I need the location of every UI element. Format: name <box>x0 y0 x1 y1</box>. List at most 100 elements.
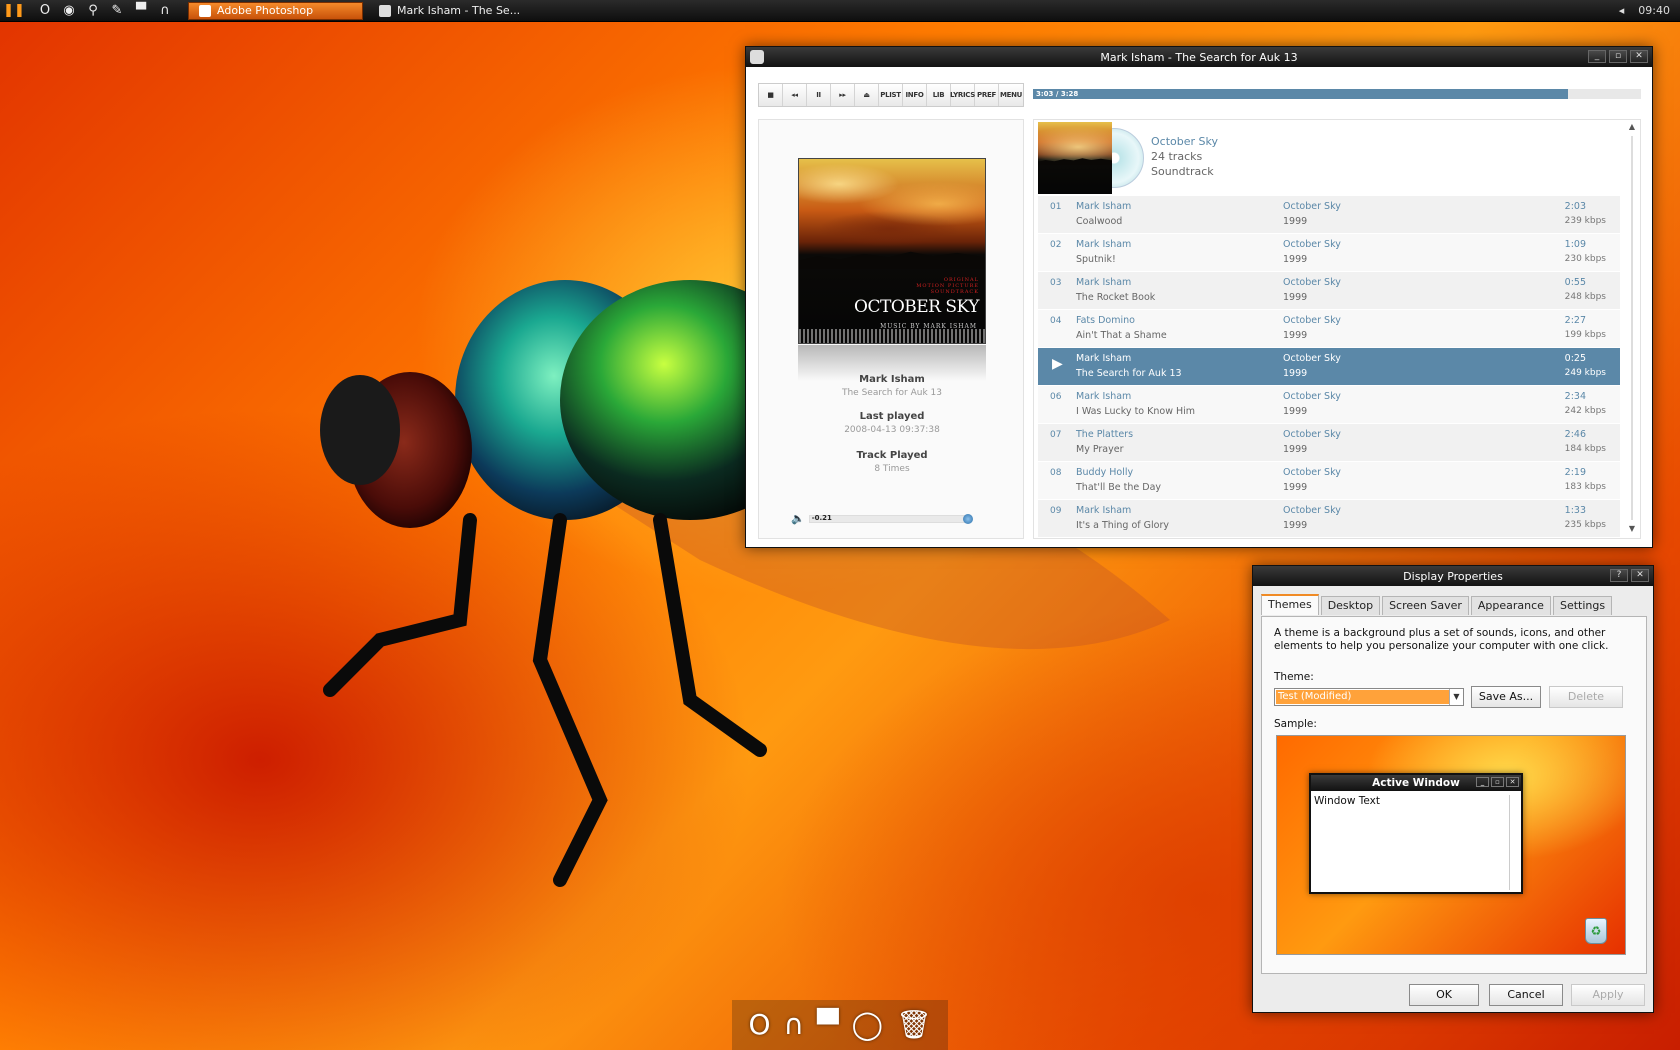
ok-button[interactable]: OK <box>1409 984 1479 1006</box>
opera-icon[interactable]: O <box>36 3 54 18</box>
speaker-icon[interactable]: 🔈 <box>791 512 805 525</box>
chat-icon[interactable]: ◯ <box>852 1010 883 1040</box>
playlist-button[interactable]: PLIST <box>879 84 903 106</box>
task-label: Mark Isham - The Se... <box>397 4 521 17</box>
scroll-down-icon[interactable]: ▼ <box>1626 524 1638 536</box>
close-button[interactable]: ✕ <box>1631 569 1649 582</box>
track-row-playing[interactable]: ▶ Mark Isham The Search for Auk 13 October … <box>1038 348 1620 386</box>
track-row[interactable]: 03 Mark Isham The Rocket Book October Sky 19… <box>1038 272 1620 310</box>
track-year: 1999 <box>1283 254 1308 265</box>
tab-settings[interactable]: Settings <box>1552 596 1613 615</box>
track-artist: The Platters <box>1076 429 1134 440</box>
track-list: 01 Mark Isham Coalwood October Sky 1999 2:03 2… <box>1038 196 1620 538</box>
seek-fill <box>1033 89 1569 99</box>
track-title: Sputnik! <box>1076 254 1116 265</box>
track-title: Ain't That a Shame <box>1076 330 1167 341</box>
scroll-up-icon[interactable]: ▲ <box>1626 122 1638 134</box>
previous-button[interactable]: ◂◂ <box>783 84 807 106</box>
track-album: October Sky <box>1283 201 1341 212</box>
trash-icon[interactable]: 🗑 <box>896 1010 932 1040</box>
album-thumbnail[interactable] <box>1038 122 1112 194</box>
volume-knob[interactable] <box>962 513 973 524</box>
stop-button[interactable]: ■ <box>759 84 783 106</box>
delete-button[interactable]: Delete <box>1549 686 1623 708</box>
track-row[interactable]: 09 Mark Isham It's a Thing of Glory October… <box>1038 500 1620 538</box>
cancel-button[interactable]: Cancel <box>1489 984 1563 1006</box>
display-properties-window: Display Properties ? ✕ Themes Desktop Sc… <box>1252 565 1654 1013</box>
seek-bar[interactable]: 3:03 / 3:28 <box>1033 89 1641 99</box>
track-bitrate: 183 kbps <box>1564 482 1606 492</box>
opera-icon[interactable]: O <box>749 1010 771 1040</box>
playlist-scrollbar[interactable]: ▲ ▼ <box>1626 122 1638 536</box>
apply-button[interactable]: Apply <box>1571 984 1645 1006</box>
task-music-player[interactable]: Mark Isham - The Se... <box>369 2 544 20</box>
track-title: The Search for Auk 13 <box>1076 368 1182 379</box>
track-row[interactable]: 06 Mark Isham I Was Lucky to Know Him Octob… <box>1038 386 1620 424</box>
cover-title: OCTOBER SKY <box>854 297 979 317</box>
track-year: 1999 <box>1283 520 1308 531</box>
menu-button[interactable]: MENU <box>999 84 1023 106</box>
firefox-icon[interactable]: ◉ <box>60 3 78 18</box>
track-number: 04 <box>1050 316 1062 326</box>
tray-expand-icon[interactable]: ◂ <box>1619 4 1625 17</box>
track-number: 01 <box>1050 202 1062 212</box>
pause-button[interactable]: II <box>807 84 831 106</box>
headphones-icon[interactable]: ∩ <box>156 3 174 18</box>
sample-close-icon: ✕ <box>1506 777 1519 787</box>
track-title: That'll Be the Day <box>1076 482 1162 493</box>
notepad-icon[interactable]: ✎ <box>108 3 126 18</box>
save-as-button[interactable]: Save As... <box>1471 686 1541 708</box>
volume-slider[interactable]: -0.21 <box>808 513 973 524</box>
track-album: October Sky <box>1283 315 1341 326</box>
track-bitrate: 230 kbps <box>1564 254 1606 264</box>
maximize-button[interactable]: ▫ <box>1609 50 1627 63</box>
theme-select[interactable]: Test (Modified) ▼ <box>1274 688 1464 706</box>
minimize-button[interactable]: _ <box>1588 50 1606 63</box>
track-row[interactable]: 02 Mark Isham Sputnik! October Sky 1999 1:09 2… <box>1038 234 1620 272</box>
clock[interactable]: 09:40 <box>1638 4 1670 17</box>
tab-themes[interactable]: Themes <box>1261 594 1319 615</box>
track-album: October Sky <box>1283 505 1341 516</box>
tab-appearance[interactable]: Appearance <box>1470 596 1551 615</box>
tab-desktop[interactable]: Desktop <box>1320 596 1381 615</box>
help-button[interactable]: ? <box>1610 569 1628 582</box>
eject-button[interactable]: ⏏ <box>855 84 879 106</box>
track-artist: Mark Isham <box>1076 239 1132 250</box>
headphones-icon[interactable]: ∩ <box>784 1010 805 1040</box>
system-tray: ◂ 09:40 <box>1619 4 1680 17</box>
video-icon[interactable]: ▀ <box>132 3 150 18</box>
track-row[interactable]: 07 The Platters My Prayer October Sky 1999 2:… <box>1038 424 1620 462</box>
music-player-window: Mark Isham - The Search for Auk 13 _ ▫ ✕… <box>745 46 1653 548</box>
album-name[interactable]: October Sky <box>1151 134 1218 149</box>
track-number: 06 <box>1050 392 1062 402</box>
tab-screen-saver[interactable]: Screen Saver <box>1382 596 1469 615</box>
track-row[interactable]: 01 Mark Isham Coalwood October Sky 1999 2:03 2… <box>1038 196 1620 234</box>
album-header: October Sky 24 tracks Soundtrack <box>1034 120 1640 196</box>
title-bar[interactable]: Display Properties ? ✕ <box>1253 566 1653 586</box>
next-button[interactable]: ▸▸ <box>831 84 855 106</box>
start-button[interactable]: ❚❚ <box>0 0 28 22</box>
tab-strip: Themes Desktop Screen Saver Appearance S… <box>1261 594 1613 615</box>
track-row[interactable]: 08 Buddy Holly That'll Be the Day October S… <box>1038 462 1620 500</box>
chevron-down-icon[interactable]: ▼ <box>1449 689 1463 705</box>
track-album: October Sky <box>1283 239 1341 250</box>
close-button[interactable]: ✕ <box>1630 50 1648 63</box>
track-artist: Mark Isham <box>1076 277 1132 288</box>
video-icon[interactable]: ▀ <box>817 1010 839 1040</box>
task-photoshop[interactable]: Adobe Photoshop <box>188 1 363 20</box>
player-app-icon[interactable] <box>750 50 764 64</box>
quick-launch: O ◉ ⚲ ✎ ▀ ∩ <box>28 3 182 18</box>
now-playing-artist: Mark Isham <box>859 374 925 385</box>
info-button[interactable]: INFO <box>903 84 927 106</box>
lyrics-button[interactable]: LYRICS <box>950 84 975 106</box>
preferences-button[interactable]: PREF <box>975 84 999 106</box>
album-cover[interactable]: ORIGINAL MOTION PICTURE SOUNDTRACK OCTOB… <box>798 158 986 344</box>
title-bar[interactable]: Mark Isham - The Search for Auk 13 _ ▫ ✕ <box>746 47 1652 67</box>
search-icon[interactable]: ⚲ <box>84 3 102 18</box>
library-button[interactable]: LIB <box>927 84 951 106</box>
album-genre: Soundtrack <box>1151 165 1214 178</box>
volume-control: 🔈 -0.21 <box>791 512 973 525</box>
track-row[interactable]: 04 Fats Domino Ain't That a Shame October S… <box>1038 310 1620 348</box>
transport-controls: ■ ◂◂ II ▸▸ ⏏ PLIST INFO LIB LYRICS PREF … <box>758 83 1024 107</box>
track-duration: 2:19 <box>1564 467 1586 478</box>
